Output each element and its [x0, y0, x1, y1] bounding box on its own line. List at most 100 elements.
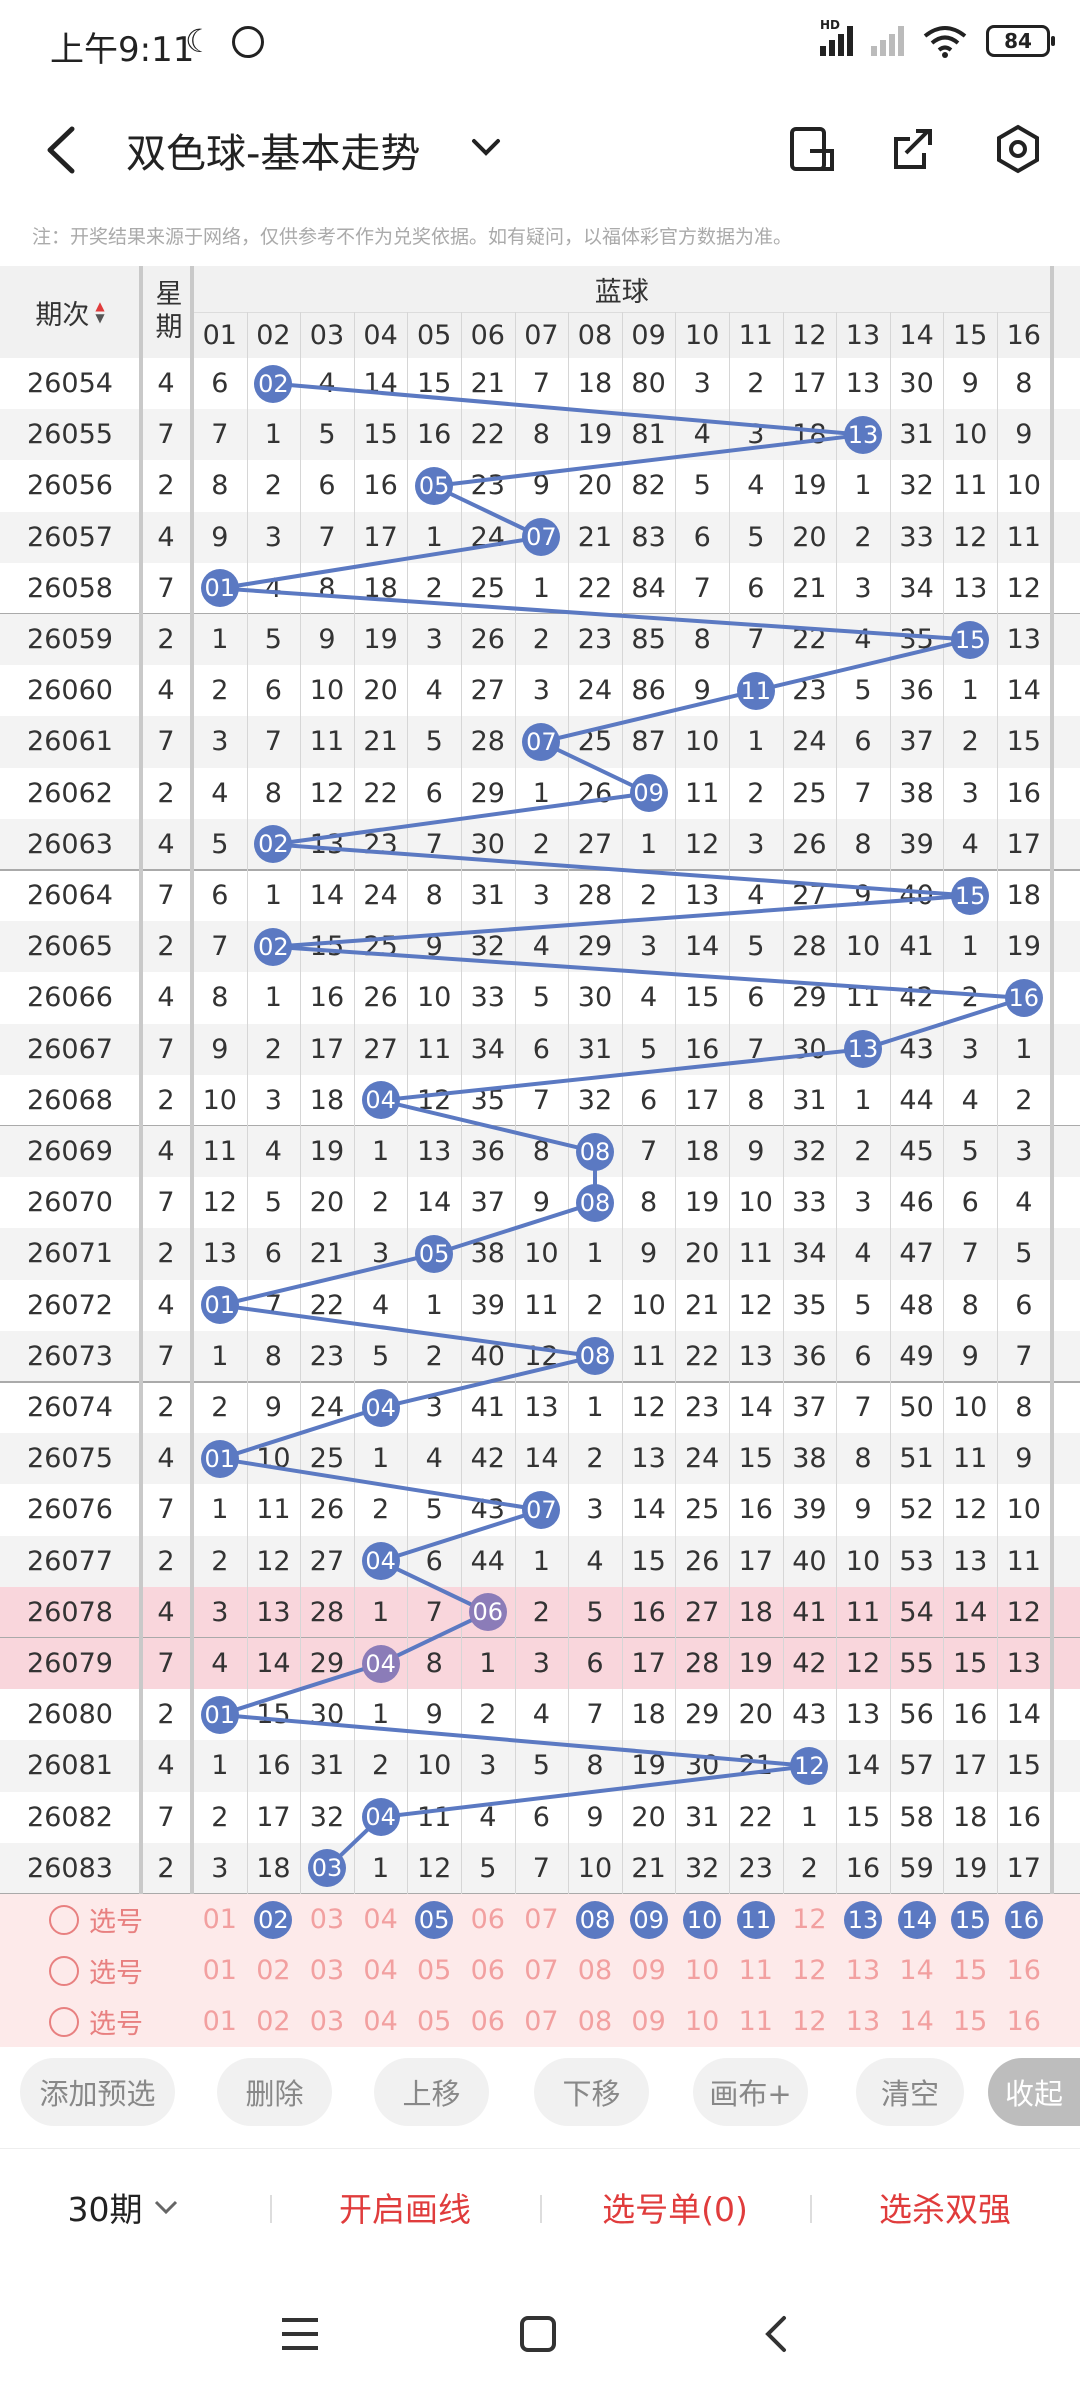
select-number-cell[interactable]: 06 — [461, 1894, 515, 1945]
omission-cell: 19 — [631, 1750, 666, 1782]
select-number-cell[interactable]: 10 — [675, 1996, 729, 2047]
select-number-cell[interactable]: 08 — [568, 1945, 622, 1996]
omission-cell: 7 — [264, 1289, 282, 1321]
select-number-cell[interactable]: 01 — [193, 1996, 247, 2047]
select-number-cell[interactable]: 15 — [943, 1996, 997, 2047]
settings-button[interactable] — [992, 123, 1044, 175]
page-title[interactable]: 双色球-基本走势 — [126, 121, 420, 179]
toolbar-button[interactable]: 删除 — [217, 2058, 332, 2126]
select-row-label[interactable]: 选号 — [0, 1894, 192, 1945]
select-number-cell[interactable]: 05 — [407, 1996, 461, 2047]
select-number-cell[interactable]: 11 — [729, 1945, 783, 1996]
select-number-cell[interactable]: 12 — [783, 1894, 837, 1945]
select-number-cell[interactable]: 08 — [568, 1894, 622, 1945]
toolbar-button[interactable]: 上移 — [374, 2058, 489, 2126]
select-number-cell[interactable]: 06 — [461, 1996, 515, 2047]
select-number-cell[interactable]: 02 — [247, 1945, 301, 1996]
select-number-cell[interactable]: 10 — [675, 1894, 729, 1945]
omission-cell: 3 — [264, 521, 282, 553]
omission-cell: 18 — [953, 1801, 988, 1833]
kill-strong-button[interactable]: 选杀双强 — [830, 2179, 1060, 2235]
select-row-label[interactable]: 选号 — [0, 1945, 192, 1996]
select-number-cell[interactable]: 09 — [622, 1894, 676, 1945]
select-number-cell[interactable]: 12 — [783, 1996, 837, 2047]
toolbar-button[interactable]: 添加预选 — [20, 2058, 175, 2126]
select-number-cell[interactable]: 16 — [997, 1894, 1051, 1945]
select-number-cell[interactable]: 04 — [354, 1945, 408, 1996]
period-cell: 26076 — [27, 1494, 113, 1526]
column-header-period[interactable]: 期次 ▲ ▼ — [0, 266, 140, 358]
omission-cell: 84 — [631, 572, 666, 604]
select-number-cell[interactable]: 16 — [997, 1996, 1051, 2047]
select-number-cell[interactable]: 13 — [836, 1945, 890, 1996]
select-number-cell[interactable]: 04 — [354, 1996, 408, 2047]
omission-cell: 1 — [586, 1392, 604, 1424]
draw-line-button[interactable]: 开启画线 — [290, 2179, 520, 2235]
menu-button[interactable] — [278, 2314, 322, 2358]
omission-cell: 48 — [899, 1289, 934, 1321]
select-number-cell[interactable]: 13 — [836, 1996, 890, 2047]
select-number-cell[interactable]: 01 — [193, 1945, 247, 1996]
select-number-cell[interactable]: 06 — [461, 1945, 515, 1996]
omission-cell: 16 — [363, 470, 398, 502]
select-number-cell[interactable]: 08 — [568, 1996, 622, 2047]
radio-icon[interactable] — [49, 1955, 79, 1986]
select-number-cell[interactable]: 13 — [836, 1894, 890, 1945]
omission-cell: 42 — [899, 982, 934, 1014]
select-row-label[interactable]: 选号 — [0, 1996, 192, 2047]
omission-cell: 18 — [577, 368, 613, 400]
select-number-cell[interactable]: 02 — [247, 1996, 301, 2047]
omission-cell: 1 — [1015, 1033, 1033, 1065]
column-header-number: 01 — [202, 319, 237, 351]
back-icon — [765, 2316, 786, 2352]
select-number-cell[interactable]: 16 — [997, 1945, 1051, 1996]
select-number-cell[interactable]: 07 — [515, 1894, 569, 1945]
selection-list-button[interactable]: 选号单(0) — [560, 2179, 790, 2235]
select-number-cell[interactable]: 01 — [193, 1894, 247, 1945]
radio-icon[interactable] — [49, 2006, 79, 2037]
toolbar-button[interactable]: 下移 — [534, 2058, 649, 2126]
select-number-cell[interactable]: 15 — [943, 1945, 997, 1996]
home-button[interactable] — [518, 2314, 558, 2358]
select-number-cell[interactable]: 05 — [407, 1894, 461, 1945]
omission-cell: 12 — [256, 1545, 291, 1577]
select-number-cell[interactable]: 14 — [890, 1996, 944, 2047]
select-number-cell[interactable]: 03 — [300, 1894, 354, 1945]
select-number-cell[interactable]: 14 — [890, 1945, 944, 1996]
select-number-cell[interactable]: 05 — [407, 1945, 461, 1996]
omission-cell: 13 — [1006, 624, 1041, 656]
omission-cell: 39 — [470, 1289, 505, 1321]
system-nav-bar — [0, 2268, 1080, 2400]
select-number-cell[interactable]: 12 — [783, 1945, 837, 1996]
radio-icon[interactable] — [49, 1904, 79, 1935]
collapse-button[interactable]: 收起 — [988, 2058, 1080, 2126]
omission-cell: 2 — [372, 1187, 390, 1219]
period-cell: 26061 — [27, 726, 113, 758]
omission-cell: 10 — [202, 1084, 237, 1116]
select-number-cell[interactable]: 09 — [622, 1996, 676, 2047]
select-number-cell[interactable]: 07 — [515, 1945, 569, 1996]
omission-cell: 20 — [631, 1801, 666, 1833]
select-number-cell[interactable]: 03 — [300, 1996, 354, 2047]
period-select[interactable]: 30期 — [40, 2179, 210, 2235]
layout-toggle-button[interactable] — [786, 123, 838, 175]
toolbar-button[interactable]: 清空 — [856, 2058, 964, 2126]
select-number-cell[interactable]: 02 — [247, 1894, 301, 1945]
select-number-cell[interactable]: 11 — [729, 1996, 783, 2047]
select-number-cell[interactable]: 07 — [515, 1996, 569, 2047]
toolbar-button[interactable]: 画布+ — [693, 2058, 808, 2126]
select-number-cell[interactable]: 10 — [675, 1945, 729, 1996]
nav-back-button[interactable] — [756, 2314, 796, 2358]
back-button[interactable] — [38, 123, 88, 177]
selected-ball: 10 — [683, 1900, 722, 1939]
omission-cell: 12 — [202, 1187, 237, 1219]
select-number-cell[interactable]: 11 — [729, 1894, 783, 1945]
select-number-cell[interactable]: 09 — [622, 1945, 676, 1996]
select-number-cell[interactable]: 03 — [300, 1945, 354, 1996]
share-button[interactable] — [888, 123, 940, 175]
select-number-cell[interactable]: 14 — [890, 1894, 944, 1945]
omission-cell: 2 — [211, 1392, 229, 1424]
title-dropdown-button[interactable] — [466, 127, 506, 167]
select-number-cell[interactable]: 15 — [943, 1894, 997, 1945]
select-number-cell[interactable]: 04 — [354, 1894, 408, 1945]
